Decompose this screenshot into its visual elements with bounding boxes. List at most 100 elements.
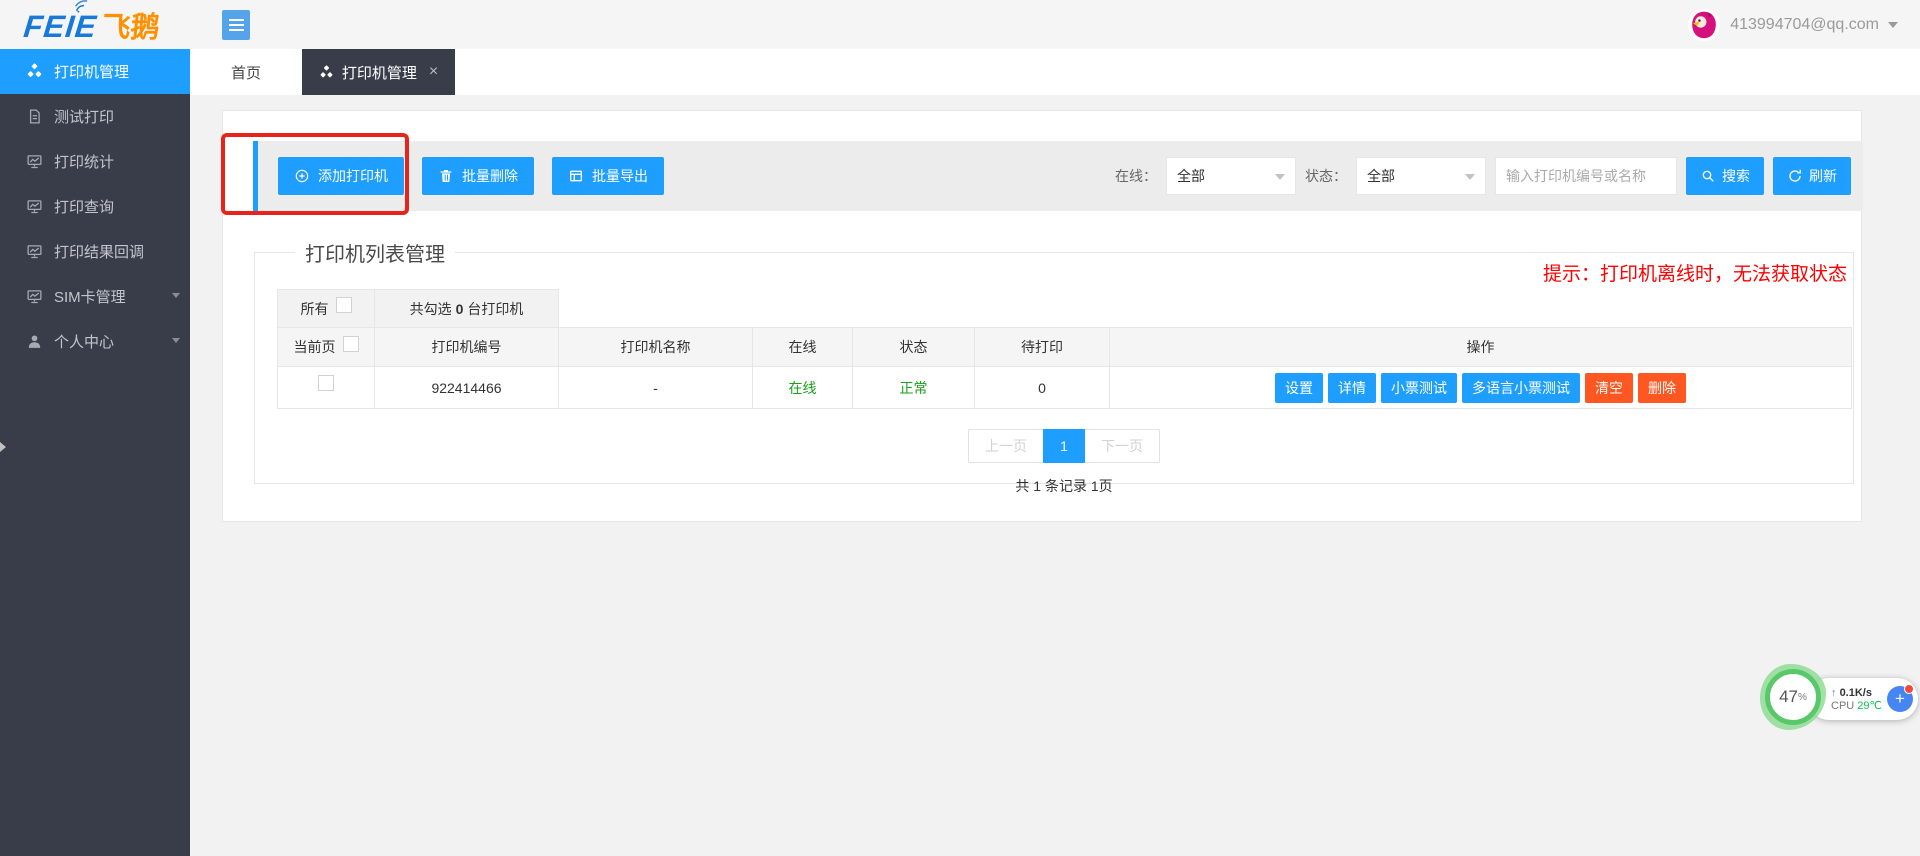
add-printer-button[interactable]: 添加打印机 — [278, 157, 404, 195]
batch-delete-button[interactable]: 批量删除 — [422, 157, 534, 195]
details-button[interactable]: 详情 — [1328, 373, 1376, 403]
sidebar-item-label: 打印统计 — [54, 151, 114, 172]
row-actions: 设置 详情 小票测试 多语言小票测试 清空 删除 — [1110, 373, 1851, 403]
batch-export-label: 批量导出 — [592, 166, 648, 186]
user-menu[interactable]: 413994704@qq.com — [1687, 0, 1898, 49]
sidebar-toggle-button[interactable] — [222, 10, 250, 40]
current-page-number[interactable]: 1 — [1043, 429, 1085, 463]
table-row: 922414466 - 在线 正常 0 设置 详情 小票测试 多语言小票测试 清… — [278, 367, 1852, 409]
sidebar-item-label: 测试打印 — [54, 106, 114, 127]
sidebar-item-label: 打印查询 — [54, 196, 114, 217]
sidebar-item-test-print[interactable]: 测试打印 — [0, 94, 190, 139]
current-page-label: 当前页 — [294, 337, 336, 357]
search-input[interactable] — [1495, 157, 1677, 195]
receipt-test-button[interactable]: 小票测试 — [1381, 373, 1457, 403]
chevron-down-icon — [172, 293, 180, 298]
user-icon — [26, 333, 43, 350]
sidebar-item-print-callback[interactable]: 打印结果回调 — [0, 229, 190, 274]
printer-cluster-icon — [26, 63, 43, 80]
system-monitor-widget: ↑ 0.1K/s CPU 29℃ + 47 % — [1760, 662, 1920, 742]
filter-group: 在线： 全部 状态： 全部 搜索 刷新 — [1115, 157, 1851, 195]
refresh-label: 刷新 — [1809, 166, 1837, 186]
next-page-button[interactable]: 下一页 — [1085, 429, 1160, 463]
sidebar-item-user-center[interactable]: 个人中心 — [0, 319, 190, 364]
selected-summary-cell: 共勾选0台打印机 — [375, 290, 559, 328]
col-printer-name: 打印机名称 — [559, 328, 753, 367]
notification-dot — [1904, 684, 1914, 694]
online-filter-select[interactable]: 全部 — [1166, 157, 1296, 195]
printer-cluster-icon — [319, 65, 334, 80]
multilang-receipt-test-button[interactable]: 多语言小票测试 — [1462, 373, 1580, 403]
online-filter-label: 在线： — [1115, 166, 1157, 186]
col-online: 在线 — [753, 328, 853, 367]
current-page-checkbox[interactable] — [343, 336, 359, 352]
chart-screen-icon — [26, 243, 43, 260]
chart-screen-icon — [26, 153, 43, 170]
chevron-down-icon — [1275, 174, 1285, 180]
select-row-blank — [559, 290, 1852, 328]
chevron-down-icon — [1888, 22, 1898, 28]
collapsed-panel-handle[interactable] — [0, 440, 7, 454]
settings-button[interactable]: 设置 — [1275, 373, 1323, 403]
sidebar-item-printer-manage[interactable]: 打印机管理 — [0, 49, 190, 94]
prev-page-button[interactable]: 上一页 — [968, 429, 1043, 463]
select-all-label: 所有 — [301, 299, 329, 319]
refresh-button[interactable]: 刷新 — [1773, 157, 1851, 195]
plus-icon: + — [1895, 689, 1905, 709]
pagination: 上一页 1 下一页 共 1 条记录 1页 — [277, 429, 1851, 496]
status-filter-label: 状态： — [1305, 166, 1347, 186]
batch-delete-label: 批量删除 — [462, 166, 518, 186]
sidebar-item-sim-manage[interactable]: SIM卡管理 — [0, 274, 190, 319]
sidebar-item-print-stats[interactable]: 打印统计 — [0, 139, 190, 184]
app-logo: FEIE 飞鹅 — [22, 4, 162, 46]
delete-button[interactable]: 删除 — [1638, 373, 1686, 403]
tab-label: 首页 — [231, 62, 261, 83]
select-all-checkbox[interactable] — [336, 297, 352, 313]
sidebar-item-label: SIM卡管理 — [54, 286, 126, 307]
close-icon[interactable]: × — [429, 63, 438, 81]
search-label: 搜索 — [1722, 166, 1750, 186]
sidebar-item-label: 打印机管理 — [54, 61, 129, 82]
app-header: FEIE 飞鹅 413994704@qq.com — [0, 0, 1920, 49]
sidebar-item-label: 个人中心 — [54, 331, 114, 352]
memory-percent-unit: % — [1798, 692, 1807, 703]
upload-arrow-icon: ↑ — [1831, 687, 1837, 699]
network-speed: 0.1K/s — [1840, 687, 1872, 699]
sidebar-nav: 打印机管理 测试打印 打印统计 打印查询 打印结果回调 SIM卡管理 — [0, 49, 190, 856]
memory-percent: 47 — [1779, 687, 1798, 707]
table-export-icon — [568, 168, 584, 184]
chart-screen-icon — [26, 288, 43, 305]
tab-home[interactable]: 首页 — [190, 49, 302, 95]
table-select-row: 所有 共勾选0台打印机 — [278, 290, 1852, 328]
row-checkbox-cell — [278, 367, 375, 409]
row-online-status: 在线 — [753, 367, 853, 409]
clear-button[interactable]: 清空 — [1585, 373, 1633, 403]
table-header-row: 当前页 打印机编号 打印机名称 在线 状态 待打印 操作 — [278, 328, 1852, 367]
printer-table: 所有 共勾选0台打印机 当前页 打印机编号 打印机名称 — [277, 289, 1852, 409]
batch-export-button[interactable]: 批量导出 — [552, 157, 664, 195]
chart-screen-icon — [26, 198, 43, 215]
tab-label: 打印机管理 — [342, 62, 417, 83]
col-printer-sn: 打印机编号 — [375, 328, 559, 367]
search-button[interactable]: 搜索 — [1686, 157, 1764, 195]
col-status: 状态 — [853, 328, 975, 367]
row-actions-cell: 设置 详情 小票测试 多语言小票测试 清空 删除 — [1110, 367, 1852, 409]
printer-list-legend: 打印机列表管理 — [295, 238, 455, 267]
selected-suffix: 台打印机 — [467, 301, 523, 317]
document-icon — [26, 108, 43, 125]
sidebar-item-print-query[interactable]: 打印查询 — [0, 184, 190, 229]
search-icon — [1700, 168, 1716, 184]
monitor-percent-ring[interactable]: 47 % — [1765, 669, 1821, 725]
user-email: 413994704@qq.com — [1730, 16, 1879, 34]
monitor-plus-button[interactable]: + — [1887, 686, 1913, 712]
row-pending-count: 0 — [975, 367, 1110, 409]
status-filter-select[interactable]: 全部 — [1356, 157, 1486, 195]
row-checkbox[interactable] — [318, 375, 334, 391]
printer-panel: 添加打印机 批量删除 批量导出 在线： 全部 状态： 全部 — [222, 110, 1862, 522]
printer-list-fieldset: 打印机列表管理 所有 共勾选0台打印机 — [254, 238, 1854, 484]
cpu-temperature: 29℃ — [1857, 700, 1882, 712]
tab-printer-manage[interactable]: 打印机管理 × — [302, 49, 455, 95]
row-printer-sn: 922414466 — [375, 367, 559, 409]
row-status: 正常 — [853, 367, 975, 409]
row-printer-name: - — [559, 367, 753, 409]
